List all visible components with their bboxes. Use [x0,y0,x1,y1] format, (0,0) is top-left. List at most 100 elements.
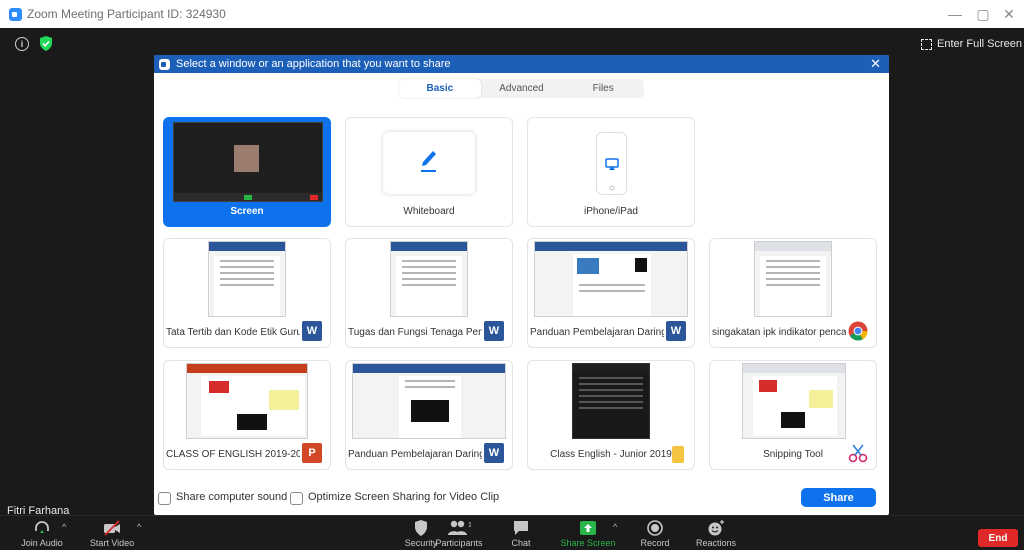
participants-label: Participants [435,538,483,548]
chat-label: Chat [511,538,531,548]
window-thumbnail [572,363,650,439]
tile-label: singakatan ipk indikator pencapa... [712,327,846,338]
file-row [579,383,643,385]
record-button[interactable]: Record [620,520,690,548]
share-tile-window[interactable]: Panduan Pembelajaran Daring P... W [527,238,695,348]
image-block [577,258,599,274]
end-meeting-button[interactable]: End [978,529,1018,547]
share-tile-iphone-ipad[interactable]: iPhone/iPad [527,117,695,227]
window-thumbnail [742,363,846,439]
meeting-info-icon[interactable]: i [15,37,29,51]
text-line [220,260,274,262]
video-off-icon [104,520,120,536]
audio-options-caret[interactable]: ^ [62,522,66,532]
dialog-footer: Share computer sound Optimize Screen Sha… [154,485,889,515]
chrome-tabbar [755,242,831,251]
text-line [766,284,820,286]
chat-button[interactable]: Chat [486,520,556,548]
enter-full-screen-button[interactable]: Enter Full Screen [921,35,1022,53]
participants-button[interactable]: 1 Participants [424,520,494,548]
share-tabs: Basic Advanced Files [399,79,644,98]
window-title: Zoom Meeting Participant ID: 324930 [27,7,226,21]
window-thumbnail [534,241,688,317]
tile-label: CLASS OF ENGLISH 2019-2020 - P... [166,449,300,460]
record-label: Record [640,538,670,548]
chrome-icon [848,321,868,341]
optimize-video-checkbox[interactable] [290,492,303,505]
slide-block [269,390,299,410]
share-screen-dialog: Select a window or an application that y… [154,55,889,515]
video-options-caret[interactable]: ^ [137,522,141,532]
share-button[interactable]: Share [801,488,876,507]
text-line [766,260,820,262]
word-ribbon [209,242,285,251]
document-page [399,376,461,438]
text-line [405,380,455,382]
text-line [402,278,456,280]
minimize-button[interactable]: — [942,0,968,28]
screen-thumbnail [173,122,323,202]
share-tile-window[interactable]: Class English - Junior 2019 [527,360,695,470]
slide-page [201,376,305,436]
share-tile-window[interactable]: Tata Tertib dan Kode Etik Guru (D... W [163,238,331,348]
slide-block [809,390,833,408]
tab-basic[interactable]: Basic [399,79,481,98]
share-computer-sound-checkbox[interactable] [158,492,171,505]
headphone-icon [35,521,49,533]
maximize-button[interactable]: ▢ [970,0,996,28]
text-line [402,260,456,262]
text-line [220,266,274,268]
encryption-shield-icon[interactable] [39,36,53,51]
window-title-bar: Zoom Meeting Participant ID: 324930 — ▢ … [0,0,1024,28]
close-window-button[interactable]: ✕ [996,0,1022,28]
reactions-label: Reactions [695,538,737,548]
share-options-caret[interactable]: ^ [613,522,617,532]
dialog-header: Select a window or an application that y… [154,55,889,73]
text-line [766,272,820,274]
airplay-icon [605,158,619,191]
join-audio-button[interactable]: Join Audio [7,520,77,548]
slide-block [759,380,777,392]
share-tile-window[interactable]: CLASS OF ENGLISH 2019-2020 - P... P [163,360,331,470]
phone-icon [596,132,627,195]
join-audio-label: Join Audio [21,538,63,548]
slide-block [209,381,229,393]
word-icon: W [666,321,686,341]
tile-label: Whiteboard [403,206,455,217]
folder-icon [672,446,684,463]
window-thumbnail [208,241,286,317]
window-thumbnail [390,241,468,317]
reactions-icon [708,520,724,536]
document-page [214,256,280,316]
text-line [766,278,820,280]
web-page [760,256,826,316]
tab-advanced[interactable]: Advanced [481,79,563,98]
image-block [411,400,449,422]
dialog-close-button[interactable]: ✕ [870,56,881,72]
share-tile-window[interactable]: Tugas dan Fungsi Tenaga Pendidi... W [345,238,513,348]
share-tile-whiteboard[interactable]: Whiteboard [345,117,513,227]
text-line [766,266,820,268]
share-tile-screen[interactable]: Screen [163,117,331,227]
reactions-button[interactable]: Reactions [681,520,751,548]
text-line [402,284,456,286]
optimize-video-label: Optimize Screen Sharing for Video Clip [308,491,500,503]
text-line [402,266,456,268]
tile-label: Tata Tertib dan Kode Etik Guru (D... [166,327,300,338]
file-row [579,401,643,403]
share-tile-window[interactable]: Panduan Pembelajaran Daring 20... W [345,360,513,470]
tile-label: iPhone/iPad [584,206,638,217]
snipping-tool-toolbar [743,364,845,373]
window-thumbnail [352,363,506,439]
text-line [220,278,274,280]
window-thumbnail [186,363,308,439]
word-icon: W [302,321,322,341]
participants-icon: 1 [448,520,471,535]
share-tile-window[interactable]: Snipping Tool [709,360,877,470]
tile-label: Tugas dan Fungsi Tenaga Pendidi... [348,327,482,338]
slide-block [781,412,805,428]
tile-label: Class English - Junior 2019 [550,449,672,460]
tab-files[interactable]: Files [562,79,644,98]
fullscreen-icon [921,38,933,50]
share-tile-window[interactable]: singakatan ipk indikator pencapa... [709,238,877,348]
